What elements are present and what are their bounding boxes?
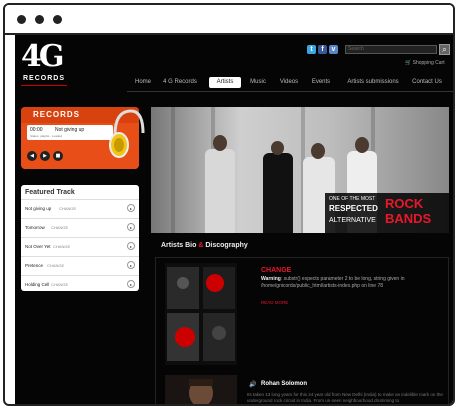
nav-divider bbox=[127, 91, 453, 92]
music-player: RECORDS 00:00 Not giving up Status: play… bbox=[21, 107, 145, 169]
artist-name[interactable]: CHANGE bbox=[261, 267, 291, 274]
tagline-line3: ALTERNATIVE bbox=[329, 217, 376, 224]
track-name: Not giving up bbox=[25, 206, 52, 211]
cart-icon: 🛒 bbox=[405, 60, 412, 66]
track-name: Tomorrow bbox=[25, 225, 45, 230]
track-artist: CHANGE bbox=[47, 263, 65, 268]
twitter-icon[interactable]: t bbox=[307, 45, 316, 54]
list-item[interactable]: Not giving up CHANGE ▸ bbox=[21, 199, 139, 218]
nav-artists[interactable]: Artists bbox=[209, 77, 241, 88]
tagline-line2: RESPECTED bbox=[329, 204, 378, 213]
vimeo-icon[interactable]: v bbox=[329, 45, 338, 54]
nav-music[interactable]: Music bbox=[247, 77, 269, 88]
artist-name[interactable]: Rohan Solomon bbox=[261, 381, 307, 387]
play-icon[interactable]: ▸ bbox=[127, 223, 135, 231]
artist-bio-text: Its taken 13 long years for this 24 year… bbox=[247, 392, 443, 403]
track-artist: CHANGE bbox=[59, 206, 77, 211]
section-title-amp: & bbox=[198, 242, 204, 249]
player-status: Status: playlist - Loaded bbox=[30, 134, 63, 138]
cart-label: Shopping Cart bbox=[412, 60, 445, 66]
tagline-highlight: ROCK BANDS bbox=[385, 196, 431, 226]
hero-banner: ONE OF THE MOST RESPECTED ALTERNATIVE RO… bbox=[151, 107, 449, 233]
window-dot-3[interactable] bbox=[53, 15, 62, 24]
tagline-line1: ONE OF THE MOST bbox=[329, 196, 376, 202]
band-member-head bbox=[355, 137, 369, 153]
track-artist: CHANGE bbox=[53, 244, 71, 249]
list-item[interactable]: Tomorrow CHANGE ▸ bbox=[21, 218, 139, 237]
play-icon[interactable]: ▸ bbox=[127, 280, 135, 288]
play-icon[interactable]: ▸ bbox=[127, 204, 135, 212]
nav-artists-submissions[interactable]: Artists submissions bbox=[343, 77, 403, 88]
nav-4g-records[interactable]: 4 G Records bbox=[159, 77, 201, 88]
logo-underline bbox=[21, 85, 67, 86]
artist-portrait bbox=[165, 375, 237, 404]
player-title: RECORDS bbox=[33, 110, 81, 119]
banner-tagline: ONE OF THE MOST RESPECTED ALTERNATIVE RO… bbox=[325, 193, 449, 233]
tagline-highlight2: BANDS bbox=[385, 211, 432, 226]
logo-mark: 4G bbox=[21, 39, 64, 74]
section-title: Artists Bio & Discography bbox=[161, 242, 248, 249]
window-titlebar bbox=[5, 5, 453, 35]
list-item[interactable]: Not Over Yet CHANGE ▸ bbox=[21, 237, 139, 256]
track-name: Holding Cell bbox=[25, 282, 50, 287]
headphones-icon bbox=[109, 109, 145, 158]
track-name: Not Over Yet bbox=[25, 244, 51, 249]
play-button[interactable]: ▶ bbox=[40, 151, 50, 161]
speaker-icon[interactable]: 🔊 bbox=[249, 381, 256, 388]
nav-home[interactable]: Home bbox=[129, 77, 157, 88]
play-icon[interactable]: ▸ bbox=[127, 242, 135, 250]
read-more-link[interactable]: READ MORE bbox=[261, 300, 288, 305]
nav-events[interactable]: Events bbox=[307, 77, 335, 88]
window-dot-1[interactable] bbox=[17, 15, 26, 24]
track-artist: CHANGE bbox=[51, 225, 69, 230]
band-member bbox=[263, 153, 293, 233]
list-item[interactable]: Pretence CHANGE ▸ bbox=[21, 256, 139, 275]
featured-track-panel: Featured Track Not giving up CHANGE ▸ To… bbox=[21, 185, 139, 291]
shopping-cart-link[interactable]: 🛒 Shopping Cart bbox=[405, 60, 445, 66]
now-playing: 00:00 Not giving up Status: playlist - L… bbox=[27, 125, 113, 140]
site-logo[interactable]: 4G RECORDS bbox=[21, 41, 69, 93]
play-icon[interactable]: ▸ bbox=[127, 261, 135, 269]
curtain-fold bbox=[171, 107, 175, 233]
search-input[interactable]: Search bbox=[345, 45, 437, 54]
artist-photo[interactable] bbox=[165, 375, 237, 404]
artist-photo[interactable] bbox=[165, 263, 237, 365]
warning-text: : substr() expects parameter 2 to be lon… bbox=[261, 276, 405, 289]
band-member bbox=[205, 149, 235, 233]
track-artist: CHANGE bbox=[51, 282, 69, 287]
section-title-a: Artists Bio bbox=[161, 242, 197, 249]
stop-button[interactable]: ■ bbox=[53, 151, 63, 161]
player-time: 00:00 bbox=[30, 127, 43, 133]
nav-videos[interactable]: Videos bbox=[275, 77, 303, 88]
tagline-highlight1: ROCK bbox=[385, 196, 424, 211]
band-member-head bbox=[311, 143, 325, 159]
featured-title: Featured Track bbox=[25, 189, 75, 196]
artist-collage bbox=[165, 263, 237, 365]
warning-label: Warning bbox=[261, 276, 281, 282]
prev-button[interactable]: ◀ bbox=[27, 151, 37, 161]
search-icon[interactable]: ⌕ bbox=[439, 44, 450, 55]
band-member-head bbox=[213, 135, 227, 151]
artist-warning: Warning: substr() expects parameter 2 to… bbox=[261, 276, 446, 290]
website: 4G RECORDS t f v Search ⌕ 🛒 Shopping Car… bbox=[15, 35, 453, 404]
browser-window: 4G RECORDS t f v Search ⌕ 🛒 Shopping Car… bbox=[3, 3, 455, 406]
list-item[interactable]: Holding Cell CHANGE ▸ bbox=[21, 275, 139, 294]
track-name: Pretence bbox=[25, 263, 44, 268]
band-member-head bbox=[271, 141, 284, 155]
facebook-icon[interactable]: f bbox=[318, 45, 327, 54]
player-song: Not giving up bbox=[55, 127, 85, 133]
logo-subtitle: RECORDS bbox=[23, 75, 66, 82]
window-dot-2[interactable] bbox=[35, 15, 44, 24]
nav-contact-us[interactable]: Contact Us bbox=[407, 77, 447, 88]
section-title-b: Discography bbox=[205, 242, 248, 249]
